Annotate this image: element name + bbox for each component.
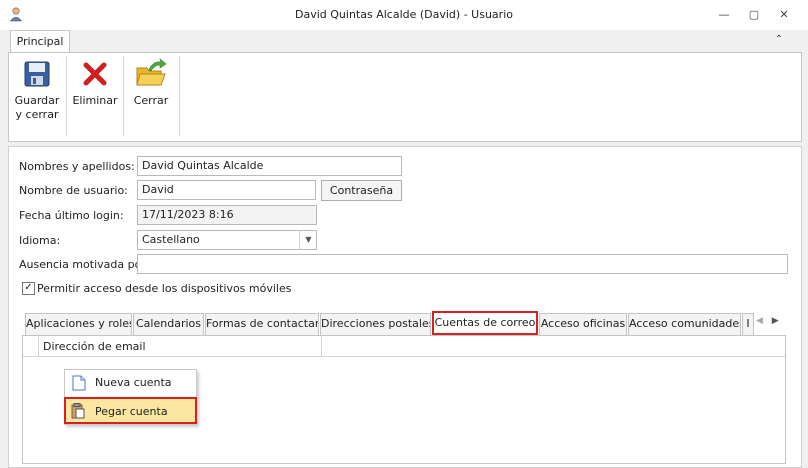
password-button[interactable]: Contraseña xyxy=(321,180,402,201)
delete-x-icon xyxy=(83,62,107,86)
save-label-line2: y cerrar xyxy=(15,108,59,121)
menu-item-pegar-cuenta[interactable]: Pegar cuenta xyxy=(64,397,197,424)
tab-direcciones-postales[interactable]: Direcciones postales xyxy=(320,313,431,335)
chevron-up-icon[interactable]: ⌃ xyxy=(772,34,786,48)
new-document-icon xyxy=(72,375,86,391)
grid-column-divider xyxy=(38,336,39,357)
column-header-email[interactable]: Dirección de email xyxy=(43,340,146,353)
minimize-icon[interactable]: — xyxy=(714,6,734,24)
ribbon-tab-principal[interactable]: Principal xyxy=(10,30,70,53)
delete-label: Eliminar xyxy=(72,94,118,107)
paste-icon xyxy=(71,403,85,419)
menu-item-nueva-cuenta[interactable]: Nueva cuenta xyxy=(65,370,196,396)
tab-acceso-comunidades[interactable]: Acceso comunidades xyxy=(628,313,741,335)
absence-label: Ausencia motivada por: xyxy=(19,258,150,271)
fullname-label: Nombres y apellidos: xyxy=(19,160,135,173)
window-title: David Quintas Alcalde (David) - Usuario xyxy=(295,8,513,21)
username-input[interactable]: David xyxy=(137,180,316,200)
mobile-access-label: Permitir acceso desde los dispositivos m… xyxy=(37,282,292,295)
folder-exit-icon xyxy=(136,58,167,86)
tab-formas-contactar[interactable]: Formas de contactar xyxy=(205,313,319,335)
tab-cuentas-correo[interactable]: Cuentas de correo xyxy=(432,311,538,335)
close-button[interactable]: Cerrar xyxy=(127,56,175,108)
menu-item-label: Nueva cuenta xyxy=(95,376,172,389)
grid-column-divider[interactable] xyxy=(321,336,322,357)
fullname-input[interactable]: David Quintas Alcalde xyxy=(137,156,402,176)
save-label-line1: Guardar xyxy=(14,94,60,107)
chevron-down-icon[interactable]: ▼ xyxy=(299,230,317,250)
tab-aplicaciones-roles[interactable]: Aplicaciones y roles xyxy=(25,313,132,335)
ribbon-separator xyxy=(123,56,124,136)
delete-button[interactable]: Eliminar xyxy=(70,56,120,108)
chevron-left-icon[interactable]: ◀ xyxy=(756,316,763,326)
mobile-access-checkbox[interactable]: ✓ xyxy=(22,282,35,295)
close-label: Cerrar xyxy=(133,94,169,107)
ribbon-separator xyxy=(179,56,180,136)
ribbon-separator xyxy=(66,56,67,136)
tab-calendarios[interactable]: Calendarios xyxy=(133,313,204,335)
absence-input[interactable] xyxy=(137,254,788,274)
language-select[interactable]: Castellano xyxy=(137,230,317,250)
close-icon[interactable]: ✕ xyxy=(774,6,794,24)
restore-icon[interactable]: ▢ xyxy=(744,6,764,24)
tab-truncated[interactable]: I xyxy=(742,313,754,335)
ribbon-tab-strip xyxy=(0,30,808,52)
tab-scroll-arrows[interactable]: ◀ ▶ xyxy=(756,316,786,330)
save-and-close-button[interactable]: Guardar y cerrar xyxy=(12,56,62,122)
floppy-disk-icon xyxy=(24,61,50,87)
language-label: Idioma: xyxy=(19,234,61,247)
lastlogin-label: Fecha último login: xyxy=(19,209,124,222)
tab-acceso-oficinas[interactable]: Acceso oficinas xyxy=(539,313,627,335)
lastlogin-field: 17/11/2023 8:16 xyxy=(137,205,317,225)
username-label: Nombre de usuario: xyxy=(19,184,128,197)
chevron-right-icon[interactable]: ▶ xyxy=(772,316,779,326)
menu-item-label: Pegar cuenta xyxy=(95,405,168,418)
